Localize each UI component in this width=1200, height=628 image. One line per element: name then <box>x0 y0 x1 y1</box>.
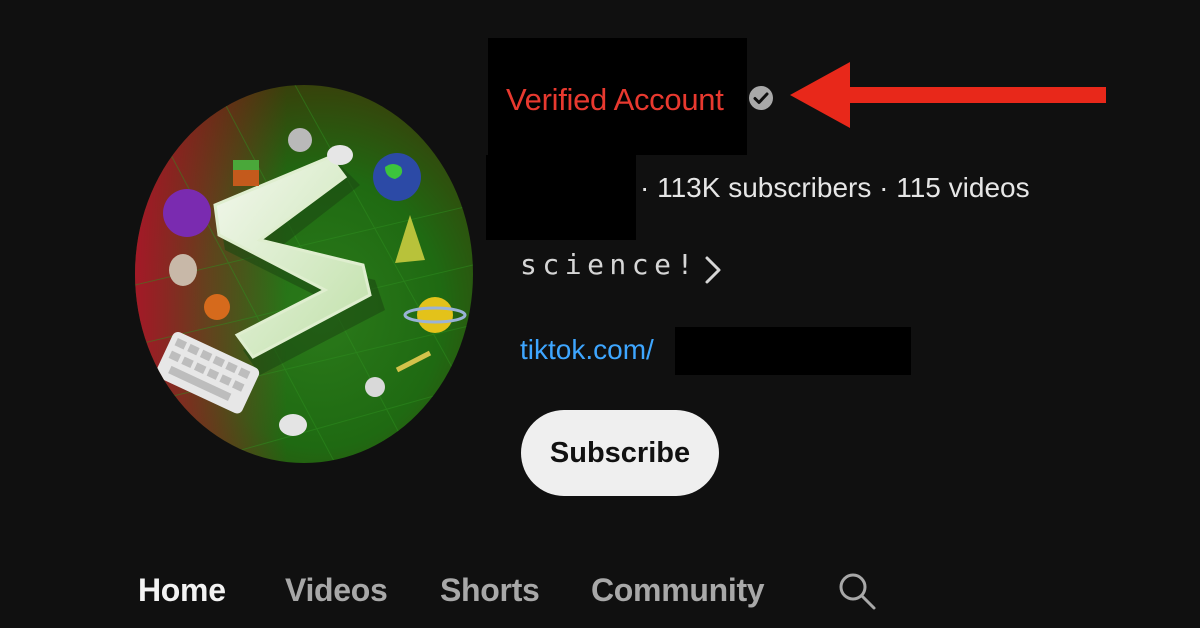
avatar-artwork <box>135 85 473 463</box>
tab-community[interactable]: Community <box>591 572 765 609</box>
channel-link[interactable]: tiktok.com/ <box>520 334 662 366</box>
channel-tabs: Home Videos Shorts Community <box>0 572 1200 612</box>
channel-description[interactable]: science! <box>520 248 699 281</box>
subscribe-button[interactable]: Subscribe <box>521 410 719 496</box>
verified-check-icon <box>749 86 773 110</box>
redacted-channel-handle <box>486 155 636 240</box>
channel-avatar[interactable] <box>135 85 473 463</box>
tab-home[interactable]: Home <box>138 572 226 609</box>
arrow-left-icon <box>790 62 1106 128</box>
tab-videos[interactable]: Videos <box>285 572 388 609</box>
redacted-link-path <box>675 327 911 375</box>
chevron-right-icon[interactable] <box>702 253 724 287</box>
verified-account-annotation: Verified Account <box>506 82 724 117</box>
search-icon[interactable] <box>836 570 878 612</box>
channel-stats: · 113K subscribers · 115 videos <box>640 172 1030 203</box>
tab-shorts[interactable]: Shorts <box>440 572 540 609</box>
